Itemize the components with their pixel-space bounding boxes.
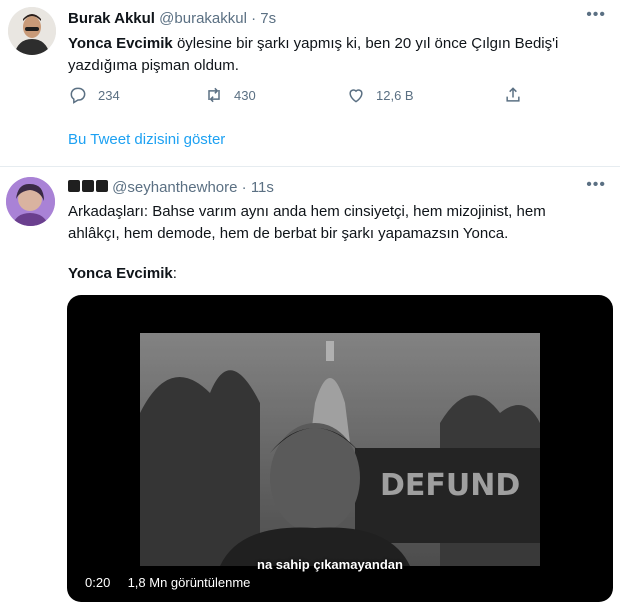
like-button[interactable]: 12,6 B [346,85,414,105]
mention-bold: Yonca Evcimik [68,35,173,52]
tweet-text-line2: yazdığıma pişman oldum. [68,57,239,74]
avatar[interactable] [8,7,56,55]
tweet-1[interactable]: Burak Akkul @burakakkul · 7s ••• Yonca E… [0,0,620,167]
show-thread-link[interactable]: Bu Tweet dizisini göster [68,131,225,148]
reply-button[interactable]: 234 [68,85,120,105]
reply-count: 234 [98,87,120,103]
timestamp[interactable]: 11s [251,179,274,196]
separator: · [251,10,257,27]
video-controls: 0:20 1,8 Mn görüntülenme [85,575,250,590]
separator: · [241,179,247,196]
tweet-text-line2: ahlâkçı, hem demode, hem de berbat bir ş… [68,225,509,242]
video-subtitle: na sahip çıkamayandan [257,557,403,572]
tweet-text: Arkadaşları: Bahse varım aynı anda hem c… [68,201,546,245]
video-time: 0:20 [85,575,111,590]
reply-icon [70,87,86,104]
emoji-name[interactable] [68,178,108,198]
author-handle[interactable]: @burakakkul [159,10,247,27]
tweet-text-line1: Arkadaşları: Bahse varım aynı anda hem c… [68,203,546,220]
retweet-count: 430 [234,87,256,103]
quote-colon: : [172,265,177,282]
quote-name: Yonca Evcimik [68,265,173,282]
action-bar: 234 430 12,6 B [68,85,568,109]
tweet-2[interactable]: @seyhanthewhore · 11s ••• Arkadaşları: B… [0,167,620,604]
author-name[interactable]: Burak Akkul [68,10,155,27]
video-player[interactable]: DEFUND na sahip çıkamayandan 0:20 1,8 Mn… [67,295,613,602]
share-button[interactable] [503,85,533,105]
video-views: 1,8 Mn görüntülenme [127,575,251,590]
timestamp[interactable]: 7s [260,10,276,27]
like-icon [349,89,363,103]
share-icon [506,87,520,102]
more-icon[interactable]: ••• [586,6,606,24]
quote-label: Yonca Evcimik: [68,263,177,285]
retweet-button[interactable]: 430 [204,85,256,105]
like-count: 12,6 B [376,87,414,103]
video-frame: DEFUND [140,333,540,566]
avatar[interactable] [6,177,55,226]
retweet-icon [208,87,220,103]
tweet-text: Yonca Evcimik öylesine bir şarkı yapmış … [68,33,558,77]
tweet-text-line1: öylesine bir şarkı yapmış ki, ben 20 yıl… [172,35,559,52]
more-icon[interactable]: ••• [586,176,606,194]
author-handle[interactable]: @seyhanthewhore [112,179,237,196]
